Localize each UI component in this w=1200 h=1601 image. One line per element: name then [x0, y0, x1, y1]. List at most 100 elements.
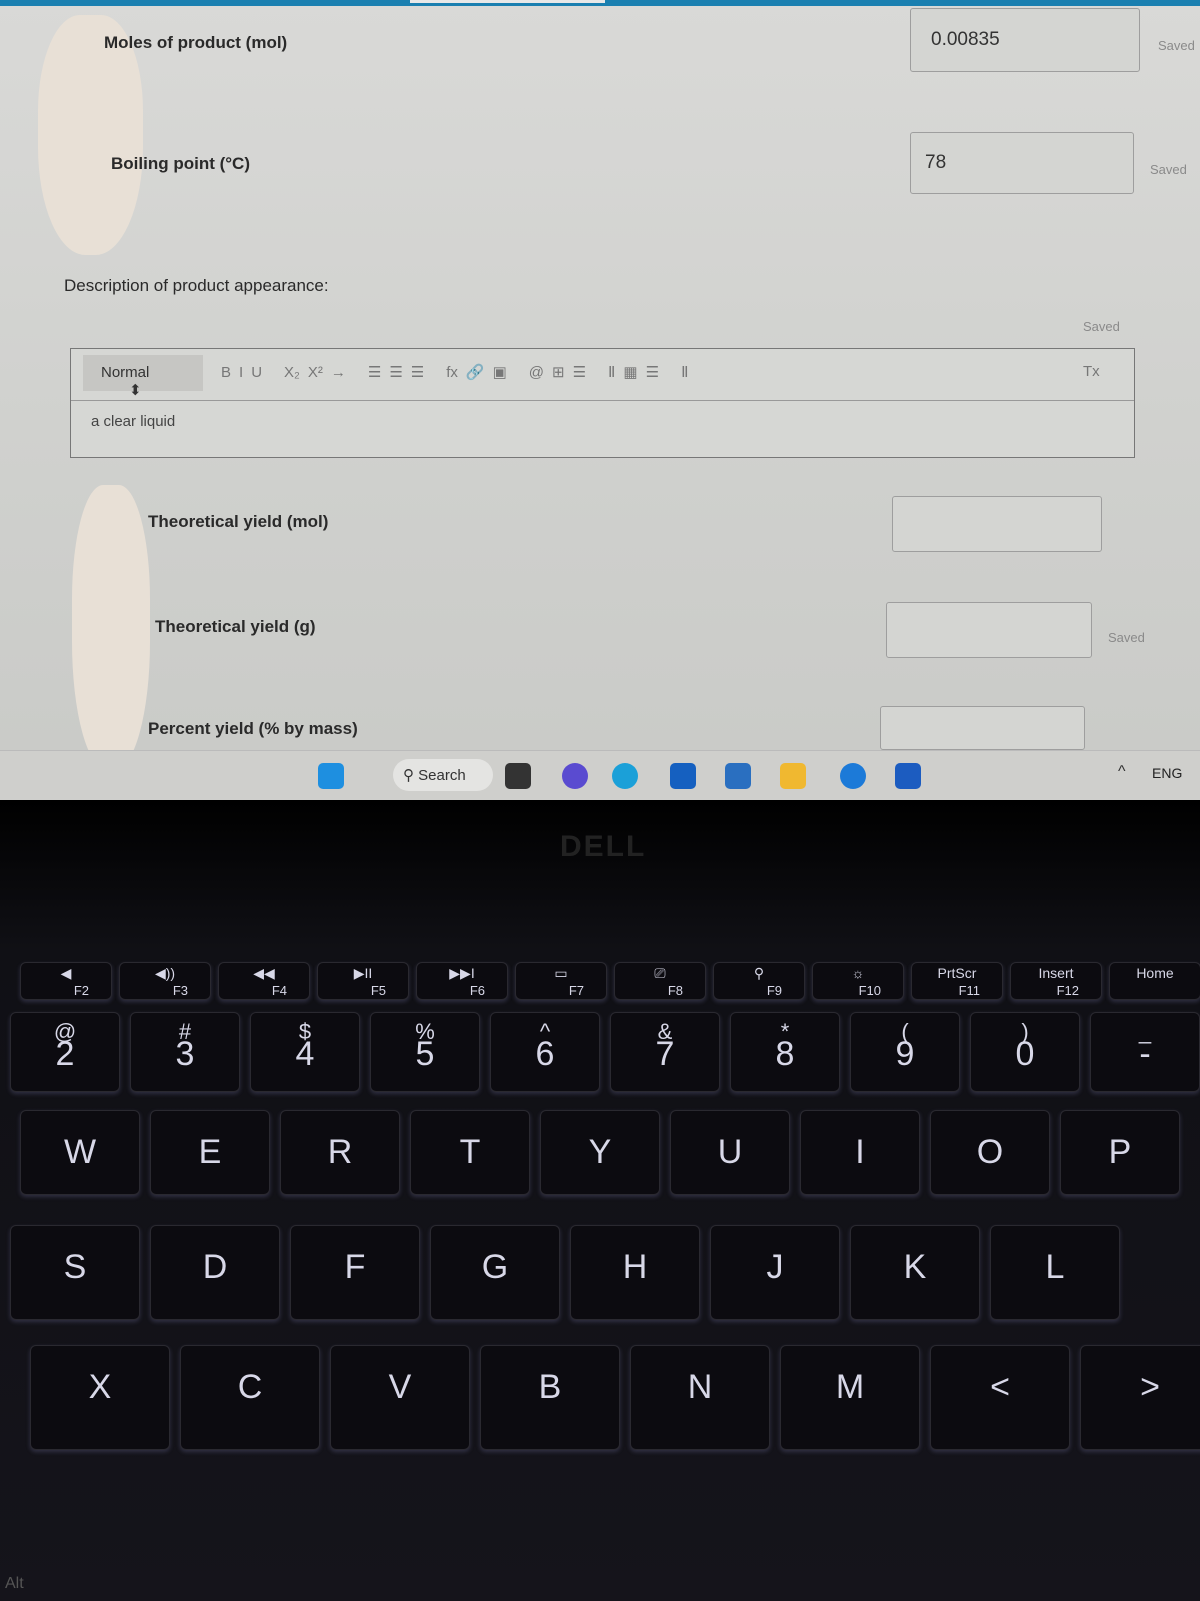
folder-icon[interactable]	[780, 763, 806, 789]
keyboard-key[interactable]: Home	[1109, 962, 1200, 1000]
moles-label: Moles of product (mol)	[104, 33, 288, 52]
toolbar-button[interactable]: Ⅱ	[608, 364, 615, 381]
keyboard-key[interactable]: W	[20, 1110, 140, 1195]
keyboard-key[interactable]: Insert F12	[1010, 962, 1102, 1000]
toolbar-button[interactable]: @	[529, 364, 544, 381]
moles-saved-status: Saved	[1158, 38, 1195, 53]
tray-chevron-icon[interactable]: ^	[1118, 763, 1126, 781]
boiling-point-input[interactable]: 78	[910, 132, 1134, 194]
word-icon[interactable]	[895, 763, 921, 789]
keyboard-key[interactable]: ⚲ F9	[713, 962, 805, 1000]
toolbar-button[interactable]: ⊞	[552, 364, 565, 381]
keyboard-key[interactable]: ^ 6	[490, 1012, 600, 1092]
keyboard-key[interactable]: P	[1060, 1110, 1180, 1195]
windows-start-icon[interactable]	[318, 763, 344, 789]
keyboard-key[interactable]: N	[630, 1345, 770, 1450]
active-tab-indicator[interactable]	[410, 0, 605, 3]
keyboard-key[interactable]: L	[990, 1225, 1120, 1320]
keyboard-key[interactable]: #3	[130, 1012, 240, 1092]
keyboard-key[interactable]: ☼ F10	[812, 962, 904, 1000]
toolbar-button[interactable]: →	[331, 364, 346, 381]
keyboard-key[interactable]: ◀)) F3	[119, 962, 211, 1000]
keyboard-key[interactable]: O	[930, 1110, 1050, 1195]
keyboard-key[interactable]: ▭ F7	[515, 962, 607, 1000]
store-icon[interactable]	[725, 763, 751, 789]
key-label: X	[88, 1368, 112, 1406]
keyboard-key[interactable]: * 8	[730, 1012, 840, 1092]
keyboard-key[interactable]: _ -	[1090, 1012, 1200, 1092]
keyboard-key[interactable]: ◀◀ F4	[218, 962, 310, 1000]
keyboard-key[interactable]: <	[930, 1345, 1070, 1450]
theoretical-yield-mol-label: Theoretical yield (mol)	[148, 512, 329, 531]
keyboard-key[interactable]: U	[670, 1110, 790, 1195]
keyboard-key[interactable]: C	[180, 1345, 320, 1450]
key-alt[interactable]: Alt	[5, 1575, 24, 1593]
theoretical-yield-g-input[interactable]	[886, 602, 1092, 658]
key-label: 9	[895, 1035, 915, 1073]
keyboard-key[interactable]: ▶▶I F6	[416, 962, 508, 1000]
toolbar-button[interactable]: I	[239, 364, 243, 381]
keyboard-key[interactable]: I	[800, 1110, 920, 1195]
keyboard-key[interactable]: S	[10, 1225, 140, 1320]
toolbar-button[interactable]: X₂	[284, 364, 300, 381]
keyboard-key[interactable]: Y	[540, 1110, 660, 1195]
keyboard-key[interactable]: ) 0	[970, 1012, 1080, 1092]
settings-icon[interactable]	[840, 763, 866, 789]
meet-app-icon[interactable]	[562, 763, 588, 789]
keyboard-key[interactable]: M	[780, 1345, 920, 1450]
editor-content[interactable]: a clear liquid	[91, 413, 175, 430]
file-explorer-app-icon[interactable]	[505, 763, 531, 789]
theoretical-yield-mol-input[interactable]	[892, 496, 1102, 552]
paragraph-style-select[interactable]: Normal ⬍	[83, 355, 203, 399]
keyboard-key[interactable]: @2	[10, 1012, 120, 1092]
toolbar-button[interactable]: X²	[308, 364, 323, 381]
toolbar-button[interactable]: B	[221, 364, 231, 381]
rich-text-editor[interactable]: Normal ⬍ B I U X₂ X² → ☰ ☰ ☰ fx 🔗 ▣ @ ⊞ ☰ Ⅱ ▦ ☰ Ⅱ Tx a cle…	[70, 348, 1135, 458]
taskbar-search[interactable]: ⚲ Search	[393, 759, 493, 791]
keyboard-key[interactable]: K	[850, 1225, 980, 1320]
keyboard-key[interactable]: E	[150, 1110, 270, 1195]
keyboard-key[interactable]: B	[480, 1345, 620, 1450]
toolbar-button[interactable]: ▣	[493, 364, 507, 381]
keyboard-key[interactable]: ◀ F2	[20, 962, 112, 1000]
keyboard-key[interactable]: X	[30, 1345, 170, 1450]
key-label: F5	[370, 983, 386, 998]
key-label: F4	[271, 983, 287, 998]
keyboard-key[interactable]: R	[280, 1110, 400, 1195]
toolbar-button[interactable]: U	[251, 364, 262, 381]
edge-browser-icon[interactable]	[612, 763, 638, 789]
keyboard-key[interactable]: (9	[850, 1012, 960, 1092]
toolbar-button[interactable]: ☰	[389, 364, 402, 381]
keyboard-key[interactable]: ⎚ F8	[614, 962, 706, 1000]
toolbar-button[interactable]: ☰	[368, 364, 381, 381]
keyboard-key[interactable]: >	[1080, 1345, 1200, 1450]
toolbar-button[interactable]: Ⅱ	[681, 364, 688, 381]
mail-icon[interactable]	[670, 763, 696, 789]
keyboard-key[interactable]: % 5	[370, 1012, 480, 1092]
percent-yield-input[interactable]	[880, 706, 1085, 750]
toolbar-button[interactable]: ☰	[573, 364, 586, 381]
keyboard-key[interactable]: PrtScr F11	[911, 962, 1003, 1000]
keyboard-key[interactable]: F	[290, 1225, 420, 1320]
boiling-point-saved-status: Saved	[1150, 162, 1187, 177]
keyboard-key[interactable]: ▶II F5	[317, 962, 409, 1000]
dell-logo: DELL	[560, 830, 647, 863]
keyboard-key[interactable]: T	[410, 1110, 530, 1195]
key-label: 3	[175, 1035, 195, 1073]
keyboard-key[interactable]: J	[710, 1225, 840, 1320]
language-indicator[interactable]: ENG	[1152, 765, 1182, 781]
keyboard-key[interactable]: $4	[250, 1012, 360, 1092]
toolbar-button[interactable]: ▦	[623, 364, 637, 381]
search-label: Search	[418, 767, 466, 784]
toolbar-button[interactable]: ☰	[411, 364, 424, 381]
toolbar-button[interactable]: fx	[446, 364, 458, 381]
keyboard-key[interactable]: G	[430, 1225, 560, 1320]
toolbar-button[interactable]: ☰	[646, 364, 659, 381]
keyboard-key[interactable]: V	[330, 1345, 470, 1450]
keyboard-key[interactable]: H	[570, 1225, 700, 1320]
moles-input[interactable]: 0.00835	[910, 8, 1140, 72]
keyboard-key[interactable]: & 7	[610, 1012, 720, 1092]
clear-format-button[interactable]: Tx	[1083, 363, 1100, 380]
keyboard-key[interactable]: D	[150, 1225, 280, 1320]
toolbar-button[interactable]: 🔗	[466, 364, 485, 381]
